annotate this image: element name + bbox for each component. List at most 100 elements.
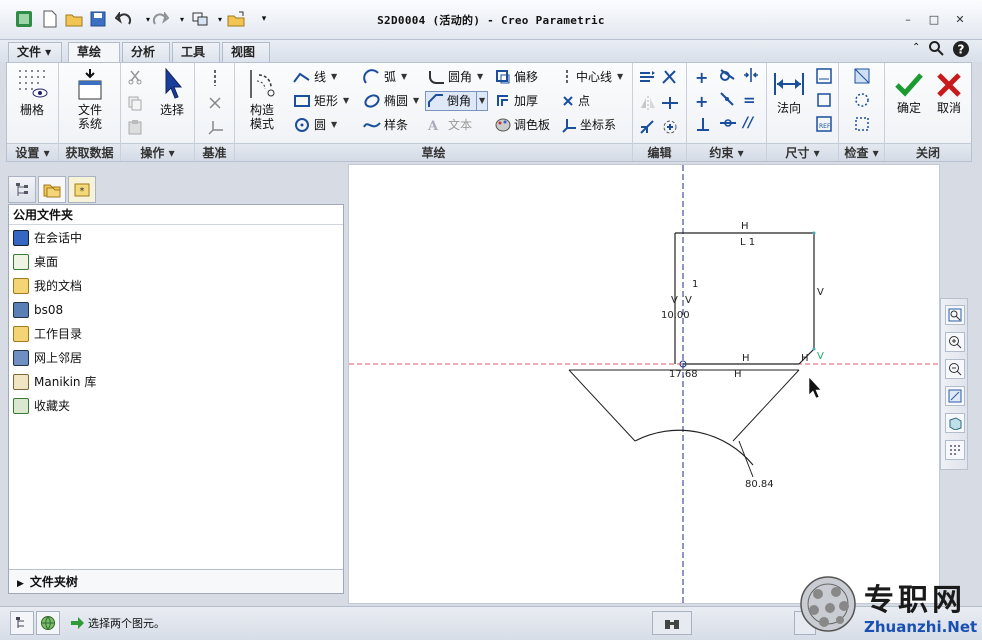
cut-icon[interactable]	[127, 69, 143, 88]
copy-icon[interactable]	[127, 95, 143, 114]
chamfer-icon	[428, 94, 443, 107]
mirror-icon[interactable]	[639, 95, 657, 114]
rotate-resize-icon[interactable]	[661, 119, 679, 138]
symmetric-constraint-icon[interactable]	[743, 67, 759, 86]
show-navigator-button[interactable]	[10, 611, 34, 635]
centerline-tool[interactable]: 中心线 ▼	[561, 67, 623, 87]
datum-centerline-icon[interactable]	[207, 69, 223, 90]
folder-my-documents[interactable]: 我的文档	[13, 275, 82, 297]
folder-in-session[interactable]: 在会话中	[13, 227, 82, 249]
show-browser-button[interactable]	[36, 611, 60, 635]
offset-tool[interactable]: 偏移	[495, 67, 538, 87]
help-icon[interactable]: ?	[952, 40, 970, 61]
modify-icon[interactable]	[639, 69, 657, 88]
model-tree-tab[interactable]	[8, 176, 36, 203]
point-label: 点	[578, 94, 591, 108]
sketch-svg[interactable]: H L 1 1 V V V V H H H 10.00 17.68 80.84	[349, 165, 941, 605]
file-system-button[interactable]: 文件 系统	[69, 67, 111, 131]
ok-button[interactable]: 确定	[889, 71, 929, 115]
text-tool[interactable]: A 文本	[427, 115, 472, 135]
search-icon[interactable]	[928, 40, 944, 59]
refit-button[interactable]	[945, 305, 965, 325]
folder-favorites[interactable]: 收藏夹	[13, 395, 70, 417]
zoom-in-button[interactable]	[945, 332, 965, 352]
cancel-button[interactable]: 取消	[929, 71, 969, 115]
centerline-icon	[566, 70, 568, 84]
zoom-out-button[interactable]	[945, 359, 965, 379]
circle-tool[interactable]: 圆 ▼	[293, 115, 337, 135]
maximize-button[interactable]: □	[924, 10, 944, 28]
ellipse-tool[interactable]: 椭圆 ▼	[363, 91, 419, 111]
datum-coordsys-icon[interactable]	[207, 119, 225, 138]
group-dimension-label[interactable]: 尺寸 ▾	[767, 143, 838, 161]
folder-browser-tab[interactable]	[38, 176, 66, 203]
dimension-radius: 80.84	[745, 479, 774, 490]
rectangle-tool[interactable]: 矩形 ▼	[293, 91, 349, 111]
folder-tree-toggle[interactable]: ▶ 文件夹树	[9, 569, 343, 593]
thicken-tool[interactable]: 加厚	[495, 91, 538, 111]
select-button[interactable]: 选择	[151, 67, 193, 117]
perimeter-dimension-icon[interactable]	[815, 67, 833, 88]
find-button[interactable]	[652, 611, 692, 635]
ribbon-collapse-icon[interactable]: ⌃	[912, 42, 920, 53]
baseline-dimension-icon[interactable]: REF	[815, 115, 833, 136]
minimize-button[interactable]: –	[898, 10, 918, 28]
point-tool[interactable]: 点	[561, 91, 590, 111]
line-tool[interactable]: 线 ▼	[293, 67, 337, 87]
tab-view[interactable]: 视图	[222, 42, 270, 62]
folder-manikin-library[interactable]: Manikin 库	[13, 371, 96, 393]
group-inspect-label[interactable]: 检查 ▾	[839, 143, 884, 161]
midpoint-constraint-icon[interactable]	[719, 91, 735, 110]
grid-button[interactable]: 栅格	[11, 67, 53, 117]
sketch-line-lower-right	[732, 369, 800, 442]
paste-icon[interactable]	[127, 119, 143, 138]
spline-tool[interactable]: 样条	[363, 115, 408, 135]
favorites-tab[interactable]: *	[68, 176, 96, 203]
group-settings-label[interactable]: 设置 ▾	[7, 143, 58, 161]
chamfer-tool[interactable]: 倒角 ▼	[425, 91, 489, 111]
point-icon	[563, 96, 573, 106]
datum-point-icon[interactable]	[207, 95, 223, 114]
construction-mode-button[interactable]: 构造 模式	[239, 67, 285, 131]
tab-tools[interactable]: 工具	[172, 42, 220, 62]
coordsys-tool[interactable]: 坐标系	[561, 115, 616, 135]
folder-desktop[interactable]: 桌面	[13, 251, 58, 273]
highlight-open-ends-icon[interactable]	[853, 91, 871, 112]
tab-sketch[interactable]: 草绘	[68, 42, 120, 63]
arc-tool[interactable]: 弧 ▼	[363, 67, 407, 87]
sketch-view-button[interactable]	[945, 413, 965, 433]
group-constrain-label[interactable]: 约束 ▾	[687, 143, 766, 161]
folder-network[interactable]: 网上邻居	[13, 347, 82, 369]
parallel-constraint-icon[interactable]: //	[743, 115, 753, 131]
perpendicular-constraint-icon[interactable]	[695, 116, 711, 135]
overlapping-geometry-icon[interactable]	[853, 67, 871, 88]
delete-segment-icon[interactable]	[661, 69, 679, 88]
constraint-v-left: V	[671, 295, 678, 306]
folder-label: 桌面	[34, 255, 59, 269]
group-settings: 栅格 设置 ▾	[7, 63, 59, 161]
coincident-constraint-icon[interactable]	[719, 115, 737, 134]
folder-bs08[interactable]: bs08	[13, 299, 63, 321]
shade-closed-loops-icon[interactable]	[853, 115, 871, 136]
horizontal-constraint-icon[interactable]: +	[695, 92, 708, 111]
tab-file[interactable]: 文件 ▾	[8, 42, 62, 62]
title-bar: ▾ ▾ ▾ ▾ S2D0004 (活动的) - Creo Parametric …	[0, 0, 982, 40]
tab-analysis[interactable]: 分析	[122, 42, 170, 62]
folder-label: 网上邻居	[34, 351, 83, 365]
corner-icon[interactable]	[639, 119, 657, 138]
folder-working-directory[interactable]: 工作目录	[13, 323, 82, 345]
close-button[interactable]: ✕	[950, 10, 970, 28]
normal-dimension-button[interactable]: 法向	[769, 69, 809, 115]
tangent-constraint-icon[interactable]	[719, 67, 735, 86]
sketcher-display-button[interactable]	[945, 440, 965, 460]
vertical-constraint-icon[interactable]: +	[695, 68, 708, 87]
fillet-tool[interactable]: 圆角 ▼	[427, 67, 483, 87]
reference-dimension-icon[interactable]	[815, 91, 833, 112]
palette-tool[interactable]: 调色板	[495, 115, 550, 135]
group-operations-label[interactable]: 操作 ▾	[121, 143, 194, 161]
divide-icon[interactable]	[661, 95, 679, 114]
line-label: 线	[314, 70, 327, 84]
equal-constraint-icon[interactable]: =	[743, 91, 756, 109]
sketch-canvas[interactable]: H L 1 1 V V V V H H H 10.00 17.68 80.84	[348, 164, 941, 605]
repaint-button[interactable]	[945, 386, 965, 406]
